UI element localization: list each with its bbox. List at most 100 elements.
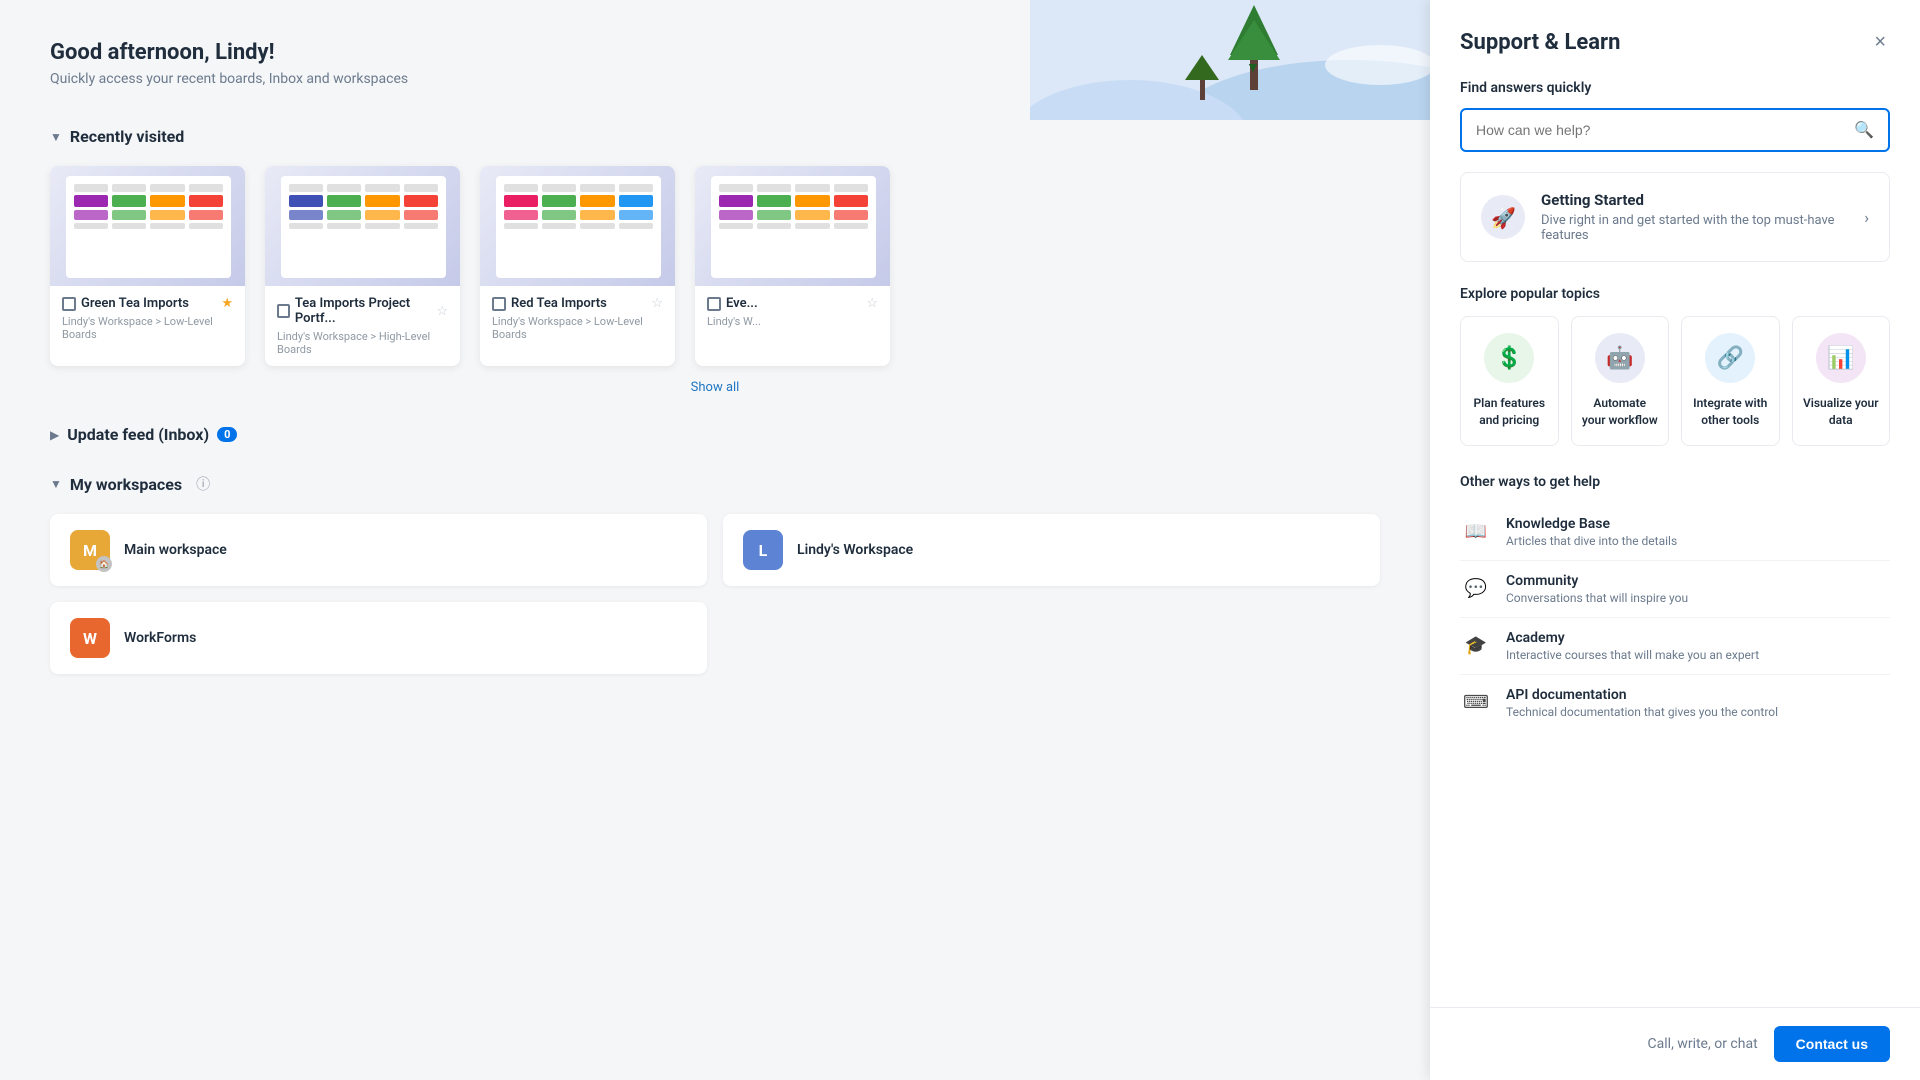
help-desc: Articles that dive into the details: [1506, 534, 1677, 548]
board-card-icon: Red Tea Imports: [492, 296, 607, 311]
board-path: Lindy's Workspace > Low-Level Boards: [492, 315, 663, 341]
board-name: Red Tea Imports: [511, 296, 607, 311]
recently-visited-chevron: ▼: [50, 130, 62, 144]
help-icon: 📖: [1460, 516, 1492, 548]
support-panel-body: Find answers quickly 🔍 🚀 Getting Started…: [1430, 56, 1920, 1007]
getting-started-title: Getting Started: [1541, 191, 1848, 209]
update-feed-badge: 0: [217, 427, 237, 442]
workspace-avatar: W: [70, 618, 110, 658]
topic-label: Automate your workflow: [1582, 395, 1659, 429]
close-button[interactable]: ×: [1870, 28, 1890, 56]
board-star[interactable]: ★: [221, 296, 233, 311]
topic-label: Integrate with other tools: [1692, 395, 1769, 429]
support-panel-header: Support & Learn ×: [1430, 0, 1920, 56]
help-title: API documentation: [1506, 687, 1778, 703]
workspace-card[interactable]: W WorkForms: [50, 602, 707, 674]
integrate-icon: 🔗: [1705, 333, 1755, 383]
workspace-card[interactable]: M 🏠 Main workspace: [50, 514, 707, 586]
board-card[interactable]: Eve... ☆ Lindy's W...: [695, 166, 890, 366]
boards-row: Green Tea Imports ★ Lindy's Workspace > …: [50, 166, 1380, 366]
workspace-avatar: L: [743, 530, 783, 570]
help-title: Academy: [1506, 630, 1759, 646]
board-path: Lindy's Workspace > High-Level Boards: [277, 330, 448, 356]
board-star[interactable]: ☆: [866, 296, 878, 311]
getting-started-subtitle: Dive right in and get started with the t…: [1541, 213, 1848, 243]
workspace-grid: M 🏠 Main workspace L Lindy's Workspace W…: [50, 514, 1380, 674]
board-name: Green Tea Imports: [81, 296, 189, 311]
getting-started-arrow: ›: [1864, 208, 1869, 227]
board-icon: [492, 297, 506, 311]
show-all[interactable]: Show all: [50, 376, 1380, 395]
search-button[interactable]: 🔍: [1840, 110, 1888, 150]
hero-illustration: ▼: [1030, 0, 1430, 120]
help-item[interactable]: 🎓 Academy Interactive courses that will …: [1460, 618, 1890, 675]
topics-grid: 💲 Plan features and pricing 🤖 Automate y…: [1460, 316, 1890, 446]
board-star[interactable]: ☆: [651, 296, 663, 311]
support-panel-title: Support & Learn: [1460, 30, 1620, 55]
board-card[interactable]: Tea Imports Project Portf... ☆ Lindy's W…: [265, 166, 460, 366]
board-card-icon: Eve...: [707, 296, 758, 311]
board-icon: [277, 304, 290, 318]
topic-card[interactable]: 💲 Plan features and pricing: [1460, 316, 1559, 446]
recently-visited-title: Recently visited: [70, 127, 184, 146]
footer-call-text: Call, write, or chat: [1648, 1036, 1758, 1052]
workspace-card[interactable]: L Lindy's Workspace: [723, 514, 1380, 586]
workspaces-section: ▼ My workspaces ⓘ M 🏠 Main workspace L L…: [50, 474, 1380, 674]
update-feed-section: ▶ Update feed (Inbox) 0: [50, 425, 1380, 444]
search-box[interactable]: 🔍: [1460, 108, 1890, 152]
topic-label: Visualize your data: [1803, 395, 1880, 429]
help-text: Knowledge Base Articles that dive into t…: [1506, 516, 1677, 548]
workspace-name: WorkForms: [124, 630, 196, 646]
help-item[interactable]: 📖 Knowledge Base Articles that dive into…: [1460, 504, 1890, 561]
help-item[interactable]: 💬 Community Conversations that will insp…: [1460, 561, 1890, 618]
board-star[interactable]: ☆: [436, 304, 448, 319]
workspace-avatar: M 🏠: [70, 530, 110, 570]
other-ways-label: Other ways to get help: [1460, 474, 1890, 490]
board-card-icon: Tea Imports Project Portf...: [277, 296, 436, 326]
workspace-name: Main workspace: [124, 542, 227, 558]
board-path: Lindy's W...: [707, 315, 878, 328]
getting-started-text: Getting Started Dive right in and get st…: [1541, 191, 1848, 243]
board-name: Tea Imports Project Portf...: [295, 296, 436, 326]
update-feed-header[interactable]: ▶ Update feed (Inbox) 0: [50, 425, 1380, 444]
help-icon: 🎓: [1460, 630, 1492, 662]
help-text: API documentation Technical documentatio…: [1506, 687, 1778, 719]
board-card[interactable]: Green Tea Imports ★ Lindy's Workspace > …: [50, 166, 245, 366]
board-card[interactable]: Red Tea Imports ☆ Lindy's Workspace > Lo…: [480, 166, 675, 366]
explore-label: Explore popular topics: [1460, 286, 1890, 302]
robot-icon: 🤖: [1595, 333, 1645, 383]
recently-visited-section: ▼ Recently visited: [50, 127, 1380, 395]
getting-started-card[interactable]: 🚀 Getting Started Dive right in and get …: [1460, 172, 1890, 262]
workspace-name: Lindy's Workspace: [797, 542, 913, 558]
board-path: Lindy's Workspace > Low-Level Boards: [62, 315, 233, 341]
recently-visited-header[interactable]: ▼ Recently visited: [50, 127, 1380, 146]
help-icon: ⌨: [1460, 687, 1492, 719]
topic-card[interactable]: 📊 Visualize your data: [1792, 316, 1891, 446]
topic-card[interactable]: 🔗 Integrate with other tools: [1681, 316, 1780, 446]
board-card-icon: Green Tea Imports: [62, 296, 189, 311]
workspaces-title: My workspaces: [70, 475, 182, 494]
workspaces-header[interactable]: ▼ My workspaces ⓘ: [50, 474, 1380, 494]
board-thumbnail: [265, 166, 460, 286]
svg-text:▼: ▼: [1246, 60, 1260, 76]
dollar-icon: 💲: [1484, 333, 1534, 383]
help-items-list: 📖 Knowledge Base Articles that dive into…: [1460, 504, 1890, 731]
show-all-link[interactable]: Show all: [691, 380, 740, 395]
help-text: Academy Interactive courses that will ma…: [1506, 630, 1759, 662]
search-input[interactable]: [1462, 112, 1840, 148]
help-icon: 💬: [1460, 573, 1492, 605]
topic-label: Plan features and pricing: [1471, 395, 1548, 429]
topic-card[interactable]: 🤖 Automate your workflow: [1571, 316, 1670, 446]
help-desc: Technical documentation that gives you t…: [1506, 705, 1778, 719]
chart-icon: 📊: [1816, 333, 1866, 383]
find-answers-label: Find answers quickly: [1460, 80, 1890, 96]
support-panel: Support & Learn × Find answers quickly 🔍…: [1430, 0, 1920, 1080]
getting-started-icon: 🚀: [1481, 195, 1525, 239]
update-feed-chevron: ▶: [50, 428, 59, 442]
contact-button[interactable]: Contact us: [1774, 1026, 1890, 1062]
board-thumbnail: [50, 166, 245, 286]
help-desc: Interactive courses that will make you a…: [1506, 648, 1759, 662]
board-icon: [62, 297, 76, 311]
svg-text:🚀: 🚀: [1491, 206, 1516, 230]
help-item[interactable]: ⌨ API documentation Technical documentat…: [1460, 675, 1890, 731]
